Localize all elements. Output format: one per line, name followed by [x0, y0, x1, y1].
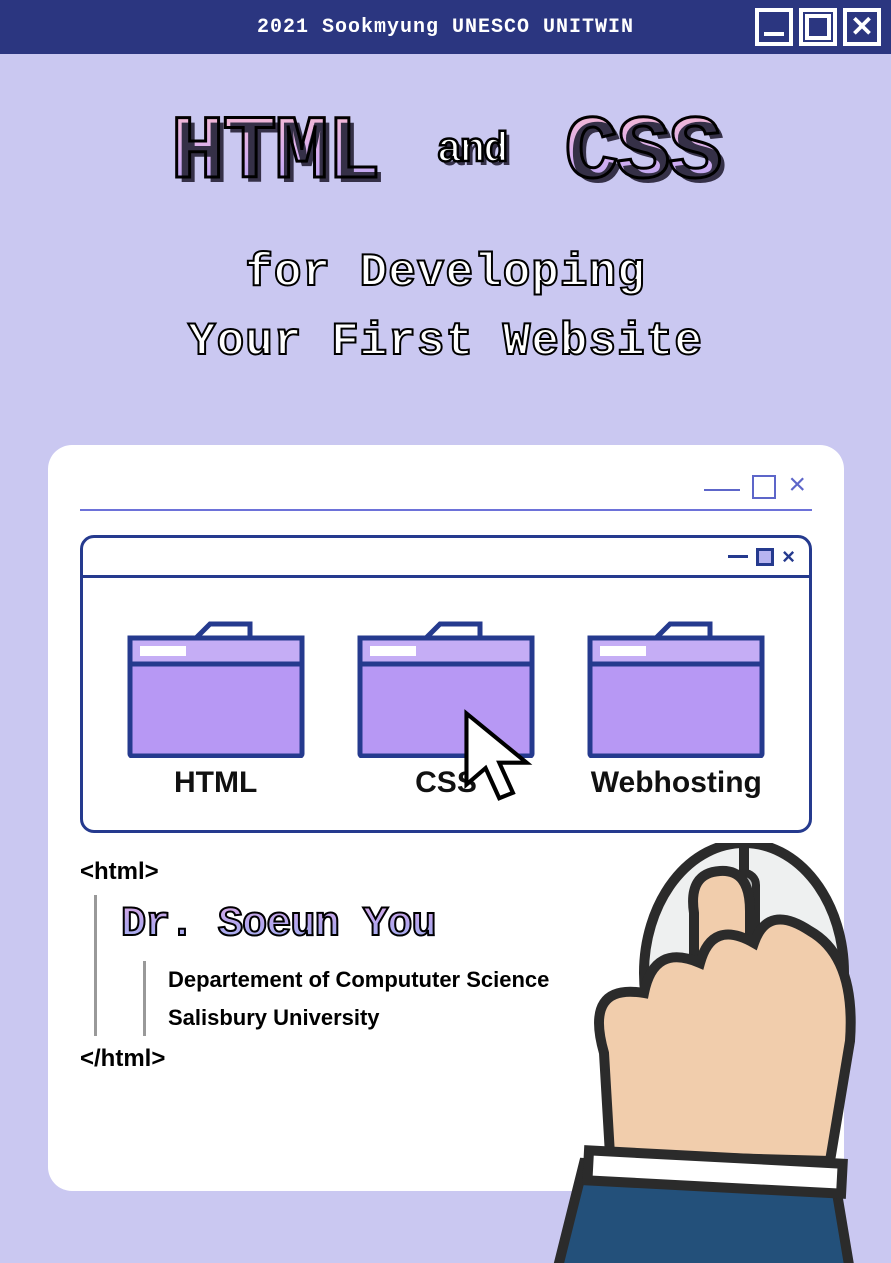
outer-minimize-icon[interactable]: [704, 489, 740, 491]
folder-html[interactable]: HTML: [126, 618, 306, 800]
window-titlebar: 2021 Sookmyung UNESCO UNITWIN: [0, 0, 891, 54]
hero-main-title: HTML and CSS: [171, 109, 721, 199]
inner-minimize-icon[interactable]: [728, 555, 748, 558]
window-title: 2021 Sookmyung UNESCO UNITWIN: [257, 16, 634, 39]
hero-sub-line2: Your First Website: [0, 308, 891, 377]
inner-maximize-icon[interactable]: [756, 548, 774, 566]
outer-close-icon[interactable]: ×: [788, 473, 806, 499]
hand-mouse-icon: [544, 843, 874, 1263]
inner-close-icon[interactable]: ×: [782, 544, 795, 570]
outer-maximize-icon[interactable]: [752, 475, 776, 499]
folder-icon: [126, 618, 306, 758]
outer-window: × × HTML: [48, 445, 844, 1191]
cursor-icon: [461, 708, 543, 817]
inner-window-bar: ×: [83, 538, 809, 578]
maximize-button[interactable]: [799, 8, 837, 46]
hero-and-word: and: [431, 126, 513, 174]
hero-sub-line1: for Developing: [0, 239, 891, 308]
close-button[interactable]: [843, 8, 881, 46]
folder-label: HTML: [126, 766, 306, 800]
folder-label: Webhosting: [586, 766, 766, 800]
folder-css[interactable]: CSS: [351, 618, 541, 800]
window-controls: [755, 8, 881, 46]
hero-html-word: HTML: [171, 109, 379, 199]
folders-row: HTML CSS: [83, 578, 809, 830]
folder-icon: [586, 618, 766, 758]
author-name: Dr. Soeun You: [121, 895, 436, 954]
hero-css-word: CSS: [564, 109, 720, 199]
minimize-button[interactable]: [755, 8, 793, 46]
folder-webhosting[interactable]: Webhosting: [586, 618, 766, 800]
hero: HTML and CSS for Developing Your First W…: [0, 54, 891, 377]
hero-subtitle: for Developing Your First Website: [0, 239, 891, 377]
inner-window: × HTML: [80, 535, 812, 833]
outer-window-controls: ×: [80, 473, 812, 511]
